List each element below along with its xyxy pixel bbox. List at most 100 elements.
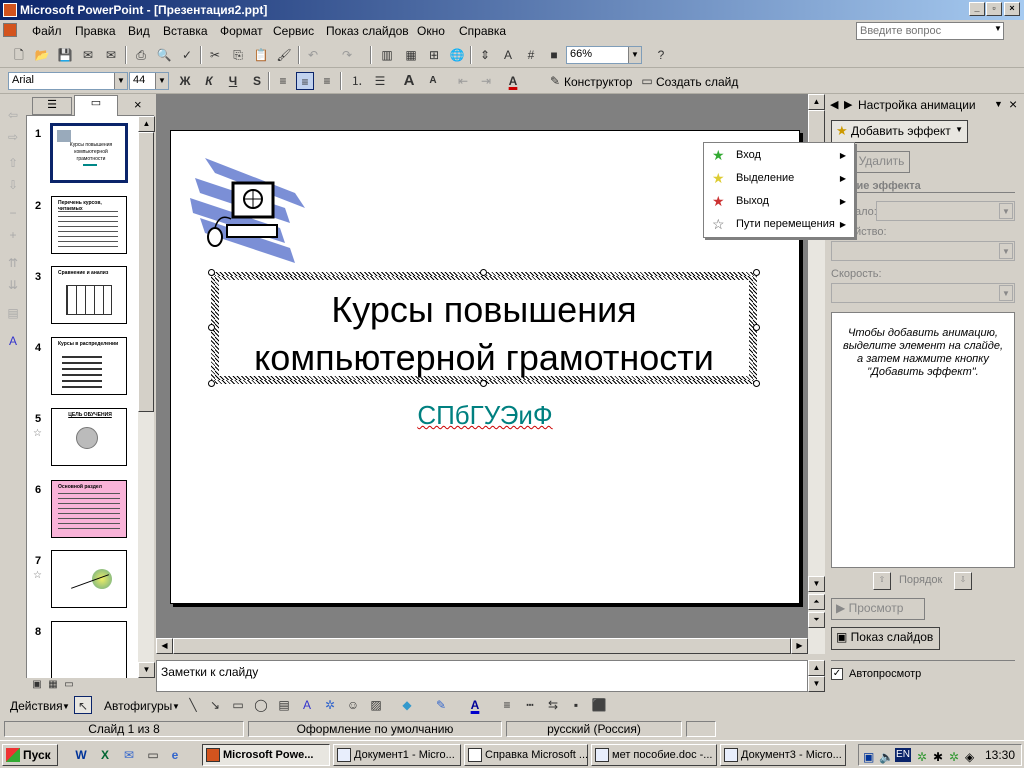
thumb-scrollbar[interactable]: ▲ ▼ xyxy=(138,116,155,694)
move-down-icon[interactable]: ⇩ xyxy=(4,176,22,194)
resize-handle[interactable] xyxy=(753,380,760,387)
show-formatting-icon[interactable]: A xyxy=(4,332,22,350)
thumbnail-6[interactable]: Основной раздел xyxy=(51,480,127,538)
menu-item-emphasis[interactable]: ★ Выделение ▶ xyxy=(704,167,854,190)
resize-handle[interactable] xyxy=(208,269,215,276)
resize-handle[interactable] xyxy=(753,324,760,331)
tab-outline[interactable]: ☰ xyxy=(32,97,72,115)
new-slide-icon[interactable]: ▭ xyxy=(638,72,656,90)
collapse-icon[interactable]: − xyxy=(4,204,22,222)
word-quicklaunch-icon[interactable]: W xyxy=(72,746,90,764)
network-icon[interactable]: ▣ xyxy=(863,747,874,767)
tray-app-icon[interactable]: ✲ xyxy=(949,747,959,767)
maximize-button[interactable]: ▫ xyxy=(986,2,1002,16)
doc-icon[interactable] xyxy=(3,23,17,37)
open-icon[interactable]: 📂 xyxy=(33,46,51,64)
menu-tools[interactable]: Сервис xyxy=(273,24,314,38)
increase-indent-icon[interactable]: ⇥ xyxy=(477,72,495,90)
close-button[interactable]: × xyxy=(1004,2,1020,16)
help-search-input[interactable] xyxy=(856,22,1004,40)
scroll-right-icon[interactable]: ▶ xyxy=(791,638,808,654)
arrow-style-icon[interactable]: ⇆ xyxy=(544,696,562,714)
taskbar-document1[interactable]: Документ1 - Micro... xyxy=(333,744,461,766)
autopreview-checkbox[interactable]: ✓ xyxy=(831,668,843,680)
resize-handle[interactable] xyxy=(208,324,215,331)
tray-app-icon[interactable]: ◈ xyxy=(965,747,974,767)
slide-subtitle[interactable]: СПбГУЭиФ xyxy=(170,400,800,431)
menu-format[interactable]: Формат xyxy=(220,24,263,38)
title-placeholder[interactable]: Курсы повышения компьютерной грамотности xyxy=(211,272,757,384)
line-color-icon[interactable]: ✎ xyxy=(432,696,450,714)
align-center-icon[interactable]: ≡ xyxy=(296,72,314,90)
taskbar-manual[interactable]: мет пособие.doc -... xyxy=(591,744,717,766)
thumbnail-7[interactable] xyxy=(51,550,127,608)
scroll-down-icon[interactable]: ▼ xyxy=(138,662,155,678)
taskbar-powerpoint[interactable]: Microsoft Powe... xyxy=(202,744,330,766)
help-dropdown-icon[interactable]: ▼ xyxy=(994,24,1002,33)
save-icon[interactable]: 💾 xyxy=(56,46,74,64)
minimize-button[interactable]: _ xyxy=(969,2,985,16)
menu-item-motion-paths[interactable]: ☆ Пути перемещения ▶ xyxy=(704,213,854,236)
resize-handle[interactable] xyxy=(208,380,215,387)
decrease-indent-icon[interactable]: ⇤ xyxy=(454,72,472,90)
thumbnail-2[interactable]: Перечень курсов, читаемых xyxy=(51,196,127,254)
expand-all-icon[interactable]: ⇕ xyxy=(476,46,494,64)
next-slide-icon[interactable]: ⏷ xyxy=(808,612,825,628)
decrease-font-icon[interactable]: A xyxy=(424,72,442,90)
add-effect-button[interactable]: ★ Добавить эффект ▼ xyxy=(831,120,968,143)
new-icon[interactable]: 🗋 xyxy=(10,46,28,64)
start-button[interactable]: Пуск xyxy=(2,744,58,766)
antivirus-icon[interactable]: ✱ xyxy=(933,747,943,767)
tables-borders-icon[interactable]: ⊞ xyxy=(425,46,443,64)
prev-slide-icon[interactable]: ⏶ xyxy=(808,594,825,610)
color-grayscale-icon[interactable]: ■ xyxy=(545,46,563,64)
bullets-icon[interactable]: ☰ xyxy=(371,72,389,90)
delete-button[interactable]: Удалить xyxy=(853,151,910,173)
copy-icon[interactable]: ⎘ xyxy=(229,46,247,64)
spelling-icon[interactable]: ✓ xyxy=(178,46,196,64)
back-icon[interactable]: ◀ xyxy=(830,98,838,111)
property-select[interactable]: ▼ xyxy=(831,241,1015,261)
font-color-icon[interactable]: A xyxy=(504,72,522,90)
chevron-down-icon[interactable]: ▼ xyxy=(994,99,1003,109)
line-style-icon[interactable]: ≡ xyxy=(498,696,516,714)
chevron-down-icon[interactable]: ▼ xyxy=(172,702,180,711)
design-icon[interactable]: ✎ xyxy=(546,72,564,90)
italic-button[interactable]: К xyxy=(200,72,218,90)
tray-app-icon[interactable]: ✲ xyxy=(917,747,927,767)
font-select[interactable]: Arial ▼ xyxy=(8,72,128,90)
3d-icon[interactable]: ⬛ xyxy=(590,696,608,714)
menu-file[interactable]: Файл xyxy=(32,24,62,38)
close-icon[interactable]: × xyxy=(134,97,142,112)
notes-pane[interactable]: Заметки к слайду xyxy=(156,660,808,692)
expand-icon[interactable]: + xyxy=(4,226,22,244)
menu-edit[interactable]: Правка xyxy=(75,24,116,38)
increase-font-icon[interactable]: A xyxy=(400,72,418,90)
autoshapes-menu[interactable]: Автофигуры xyxy=(104,699,172,713)
resize-handle[interactable] xyxy=(480,380,487,387)
order-down-icon[interactable]: ⇩ xyxy=(954,572,972,590)
select-pointer-icon[interactable]: ↖ xyxy=(74,696,92,714)
scroll-down-icon[interactable]: ▼ xyxy=(808,576,825,592)
taskbar-document3[interactable]: Документ3 - Micro... xyxy=(720,744,846,766)
desktop-quicklaunch-icon[interactable]: ▭ xyxy=(144,746,162,764)
format-painter-icon[interactable]: 🖌 xyxy=(275,46,293,64)
textbox-icon[interactable]: ▤ xyxy=(275,696,293,714)
slide-hscroll[interactable]: ◀ ▶ xyxy=(156,638,808,654)
summary-slide-icon[interactable]: ▤ xyxy=(4,304,22,322)
slideshow-button[interactable]: ▣ Показ слайдов xyxy=(831,627,940,650)
clock[interactable]: 13:30 xyxy=(985,745,1015,765)
permission-icon[interactable]: ✉ xyxy=(79,46,97,64)
show-formatting-icon[interactable]: A xyxy=(499,46,517,64)
scroll-left-icon[interactable]: ◀ xyxy=(156,638,173,654)
print-icon[interactable]: ⎙ xyxy=(132,46,150,64)
cut-icon[interactable]: ✂ xyxy=(206,46,224,64)
slideshow-view-icon[interactable]: ▭ xyxy=(60,678,78,692)
zoom-select[interactable]: 66% ▼ xyxy=(566,46,642,64)
scroll-thumb[interactable] xyxy=(173,638,791,654)
fill-color-icon[interactable]: ◆ xyxy=(398,696,416,714)
order-up-icon[interactable]: ⇧ xyxy=(873,572,891,590)
diagram-icon[interactable]: ✲ xyxy=(321,696,339,714)
forward-icon[interactable]: ▶ xyxy=(844,98,852,111)
language-indicator[interactable]: EN xyxy=(895,748,911,762)
